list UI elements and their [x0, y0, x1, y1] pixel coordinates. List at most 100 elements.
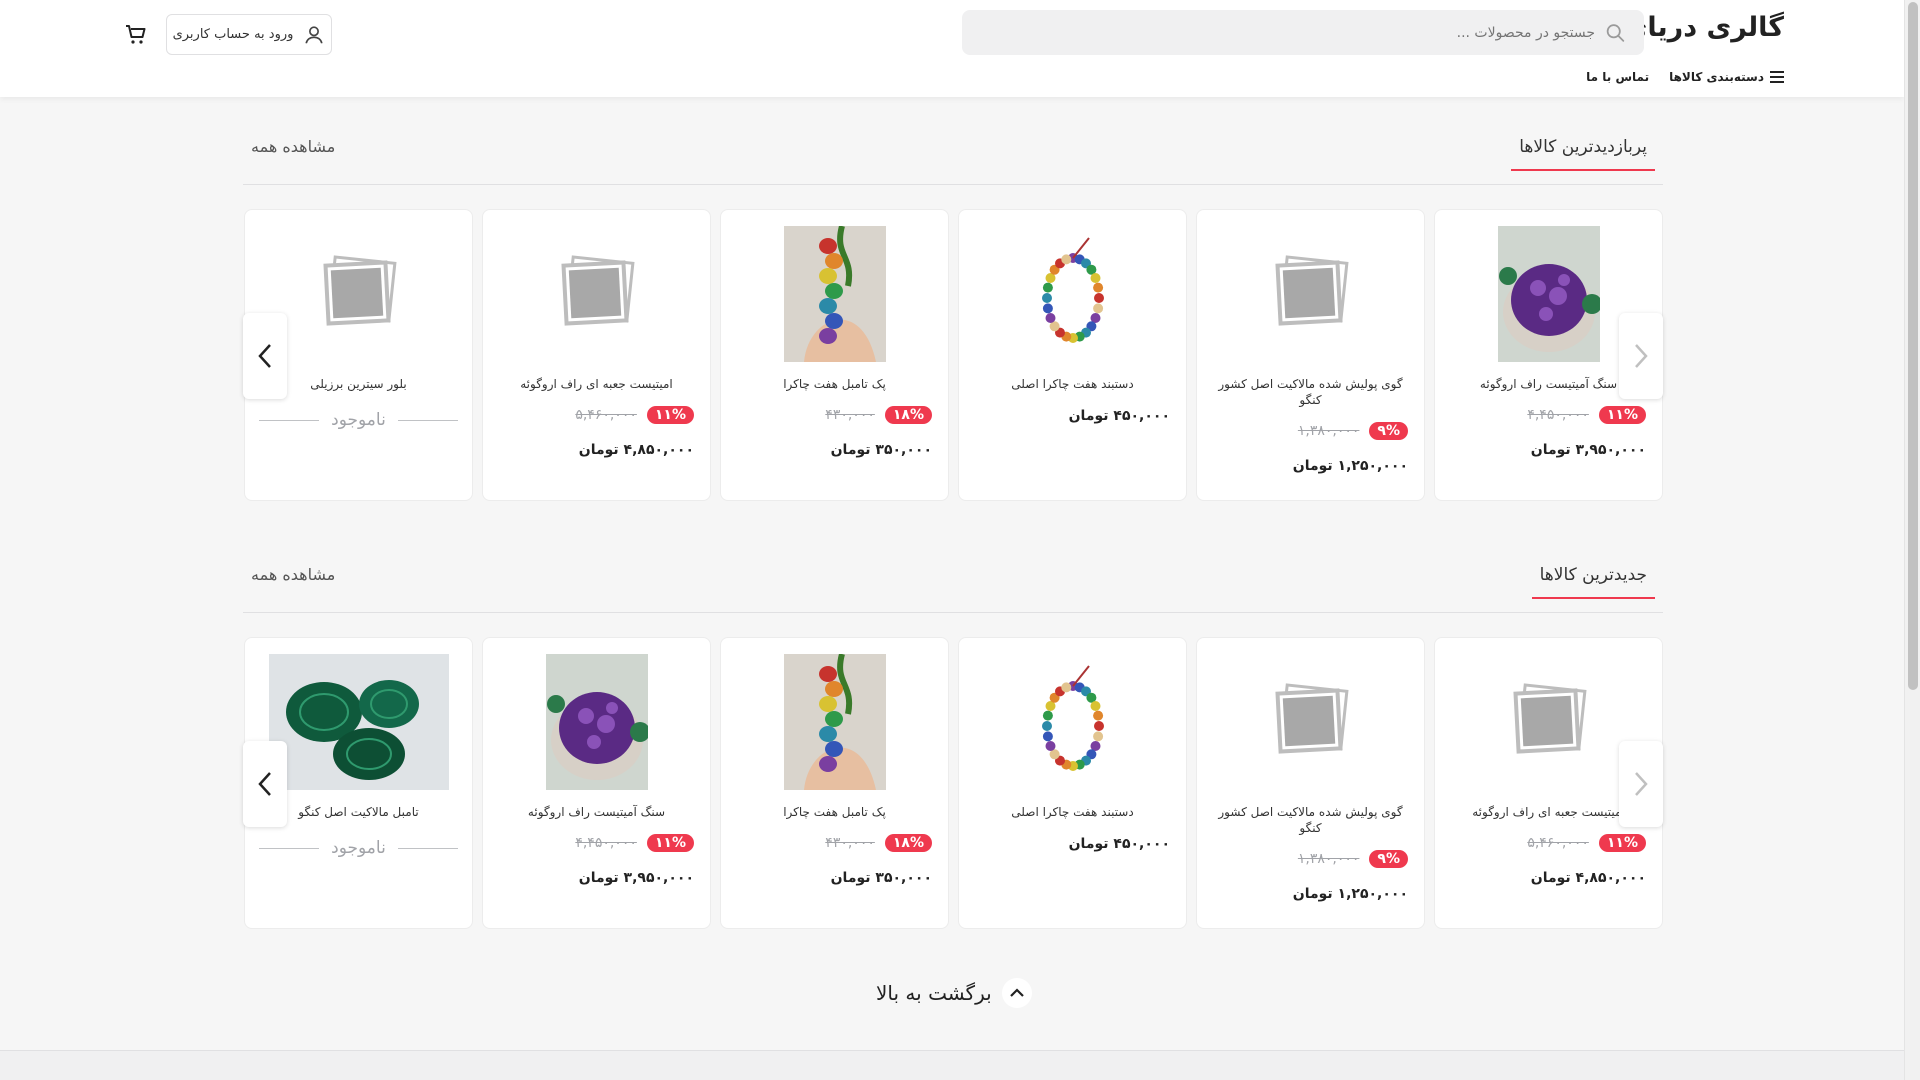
search-box[interactable]: [962, 10, 1644, 55]
product-name[interactable]: امیتیست جعبه ای راف اروگوئه: [497, 376, 696, 392]
final-price: ۴۵۰,۰۰۰ تومان: [1068, 836, 1170, 852]
carousel-next-button[interactable]: [1619, 741, 1663, 827]
search-icon: [1606, 23, 1625, 42]
contact-link[interactable]: تماس با ما: [1586, 70, 1649, 84]
final-price: ۱,۲۵۰,۰۰۰ تومان: [1292, 886, 1408, 902]
cart-icon[interactable]: [124, 22, 148, 46]
product-image[interactable]: [1459, 226, 1639, 362]
discount-badge: ۱۱%: [646, 834, 694, 852]
out-of-stock-label: ناموجود: [331, 410, 386, 430]
product-card[interactable]: دستبند هفت چاکرا اصلی ۴۵۰,۰۰۰ تومان: [958, 637, 1187, 929]
product-card[interactable]: سنگ آمیتیست راف اروگوئه ۱۱% ۴,۴۵۰,۰۰۰ ۳,۹۵۰…: [482, 637, 711, 929]
product-image[interactable]: [507, 654, 687, 790]
product-image[interactable]: [983, 226, 1163, 362]
product-carousel: امیتیست جعبه ای راف اروگوئه ۱۱% ۵,۴۶۰,۰۰۰ ۴…: [243, 637, 1663, 929]
old-price: ۵,۴۶۰,۰۰۰: [575, 407, 637, 423]
login-label: ورود به حساب کاربری: [172, 27, 294, 42]
out-of-stock: ناموجود: [258, 838, 458, 858]
product-name[interactable]: سنگ آمیتیست راف اروگوئه: [497, 804, 696, 820]
section-title: پربازدیدترین کالاها: [1511, 137, 1655, 171]
product-name[interactable]: تامبل مالاکیت اصل کنگو: [259, 804, 458, 820]
price-row: ۱۱% ۴,۴۵۰,۰۰۰: [499, 834, 694, 852]
product-image[interactable]: [983, 654, 1163, 790]
view-all-link[interactable]: مشاهده همه: [251, 137, 335, 156]
product-card[interactable]: گوی پولیش شده مالاکیت اصل کشور کنگو ۹% ۱,۳…: [1196, 637, 1425, 929]
product-name[interactable]: گوی پولیش شده مالاکیت اصل کشور کنگو: [1211, 804, 1410, 836]
product-image[interactable]: [1221, 226, 1401, 362]
scrollbar-thumb[interactable]: [1908, 2, 1918, 690]
product-card[interactable]: دستبند هفت چاکرا اصلی ۴۵۰,۰۰۰ تومان: [958, 209, 1187, 501]
chevron-right-icon: [1635, 772, 1648, 796]
product-image[interactable]: [745, 226, 925, 362]
search-input[interactable]: [980, 24, 1596, 41]
chevron-left-icon: [258, 772, 271, 796]
product-name[interactable]: دستبند هفت چاکرا اصلی: [973, 804, 1172, 820]
price-row: ۱۱% ۴,۴۵۰,۰۰۰: [1451, 406, 1646, 424]
categories-menu[interactable]: دسته‌بندی کالاها: [1669, 70, 1784, 84]
most-viewed-section: پربازدیدترین کالاها مشاهده همه سنگ آمیتی…: [243, 137, 1663, 501]
discount-badge: ۹%: [1369, 422, 1408, 440]
old-price: ۱,۳۸۰,۰۰۰: [1297, 423, 1360, 439]
product-card[interactable]: گوی پولیش شده مالاکیت اصل کشور کنگو ۹% ۱,۳…: [1196, 209, 1425, 501]
chevron-left-icon: [258, 344, 271, 368]
product-carousel: سنگ آمیتیست راف اروگوئه ۱۱% ۴,۴۵۰,۰۰۰ ۳,۹۵۰…: [243, 209, 1663, 501]
old-price: ۴,۴۵۰,۰۰۰: [1527, 407, 1589, 423]
footer: [0, 1050, 1904, 1080]
final-price: ۱,۲۵۰,۰۰۰ تومان: [1292, 458, 1408, 474]
old-price: ۴۳۰,۰۰۰: [825, 835, 875, 851]
back-to-top-label: برگشت به بالا: [876, 981, 992, 1005]
discount-badge: ۱۸%: [884, 834, 932, 852]
price-row: ۱۱% ۵,۴۶۰,۰۰۰: [499, 406, 694, 424]
price-row: ۱۱% ۵,۴۶۰,۰۰۰: [1451, 834, 1646, 852]
out-of-stock-label: ناموجود: [331, 838, 386, 858]
product-name[interactable]: بلور سیترین برزیلی: [259, 376, 458, 392]
section-header: پربازدیدترین کالاها مشاهده همه: [243, 137, 1663, 185]
page-scrollbar[interactable]: [1904, 0, 1920, 1080]
product-name[interactable]: پک تامبل هفت چاکرا: [735, 804, 934, 820]
back-to-top-button[interactable]: برگشت به بالا: [876, 978, 1032, 1008]
carousel-prev-button[interactable]: [243, 313, 287, 399]
product-image[interactable]: [1459, 654, 1639, 790]
discount-badge: ۱۱%: [1598, 406, 1646, 424]
final-price: ۳,۹۵۰,۰۰۰ تومان: [1530, 442, 1646, 458]
section-header: جدیدترین کالاها مشاهده همه: [243, 565, 1663, 613]
product-image[interactable]: [745, 654, 925, 790]
carousel-next-button[interactable]: [1619, 313, 1663, 399]
user-icon: [305, 25, 324, 43]
product-image[interactable]: [1221, 654, 1401, 790]
old-price: ۱,۳۸۰,۰۰۰: [1297, 851, 1360, 867]
price-row: ۹% ۱,۳۸۰,۰۰۰: [1213, 422, 1408, 440]
price-row: ۱۸% ۴۳۰,۰۰۰: [737, 406, 932, 424]
menu-icon: [1770, 71, 1784, 83]
product-name[interactable]: پک تامبل هفت چاکرا: [735, 376, 934, 392]
discount-badge: ۱۱%: [646, 406, 694, 424]
out-of-stock: ناموجود: [258, 410, 458, 430]
product-card[interactable]: پک تامبل هفت چاکرا ۱۸% ۴۳۰,۰۰۰ ۳۵۰,۰۰۰ توما…: [720, 637, 949, 929]
chevron-right-icon: [1635, 344, 1648, 368]
main-nav: دسته‌بندی کالاها تماس با ما: [1586, 70, 1784, 84]
old-price: ۴۳۰,۰۰۰: [825, 407, 875, 423]
categories-label: دسته‌بندی کالاها: [1669, 70, 1764, 84]
old-price: ۵,۴۶۰,۰۰۰: [1527, 835, 1589, 851]
product-card[interactable]: پک تامبل هفت چاکرا ۱۸% ۴۳۰,۰۰۰ ۳۵۰,۰۰۰ توما…: [720, 209, 949, 501]
product-name[interactable]: گوی پولیش شده مالاکیت اصل کشور کنگو: [1211, 376, 1410, 408]
newest-section: جدیدترین کالاها مشاهده همه امیتیست جعبه …: [243, 565, 1663, 929]
final-price: ۳۵۰,۰۰۰ تومان: [830, 870, 932, 886]
login-button[interactable]: ورود به حساب کاربری: [166, 14, 332, 55]
product-image[interactable]: [268, 654, 449, 790]
product-name[interactable]: دستبند هفت چاکرا اصلی: [973, 376, 1172, 392]
final-price: ۴,۸۵۰,۰۰۰ تومان: [578, 442, 694, 458]
old-price: ۴,۴۵۰,۰۰۰: [575, 835, 637, 851]
product-image[interactable]: [269, 226, 449, 362]
site-header: گالری دریای نور دسته‌بندی کالاها تماس با…: [0, 0, 1904, 97]
discount-badge: ۱۸%: [884, 406, 932, 424]
final-price: ۴۵۰,۰۰۰ تومان: [1068, 408, 1170, 424]
discount-badge: ۱۱%: [1598, 834, 1646, 852]
final-price: ۴,۸۵۰,۰۰۰ تومان: [1530, 870, 1646, 886]
product-card[interactable]: امیتیست جعبه ای راف اروگوئه ۱۱% ۵,۴۶۰,۰۰۰ ۴…: [482, 209, 711, 501]
section-title: جدیدترین کالاها: [1531, 565, 1655, 599]
discount-badge: ۹%: [1369, 850, 1408, 868]
carousel-prev-button[interactable]: [243, 741, 287, 827]
product-image[interactable]: [507, 226, 687, 362]
view-all-link[interactable]: مشاهده همه: [251, 565, 335, 584]
